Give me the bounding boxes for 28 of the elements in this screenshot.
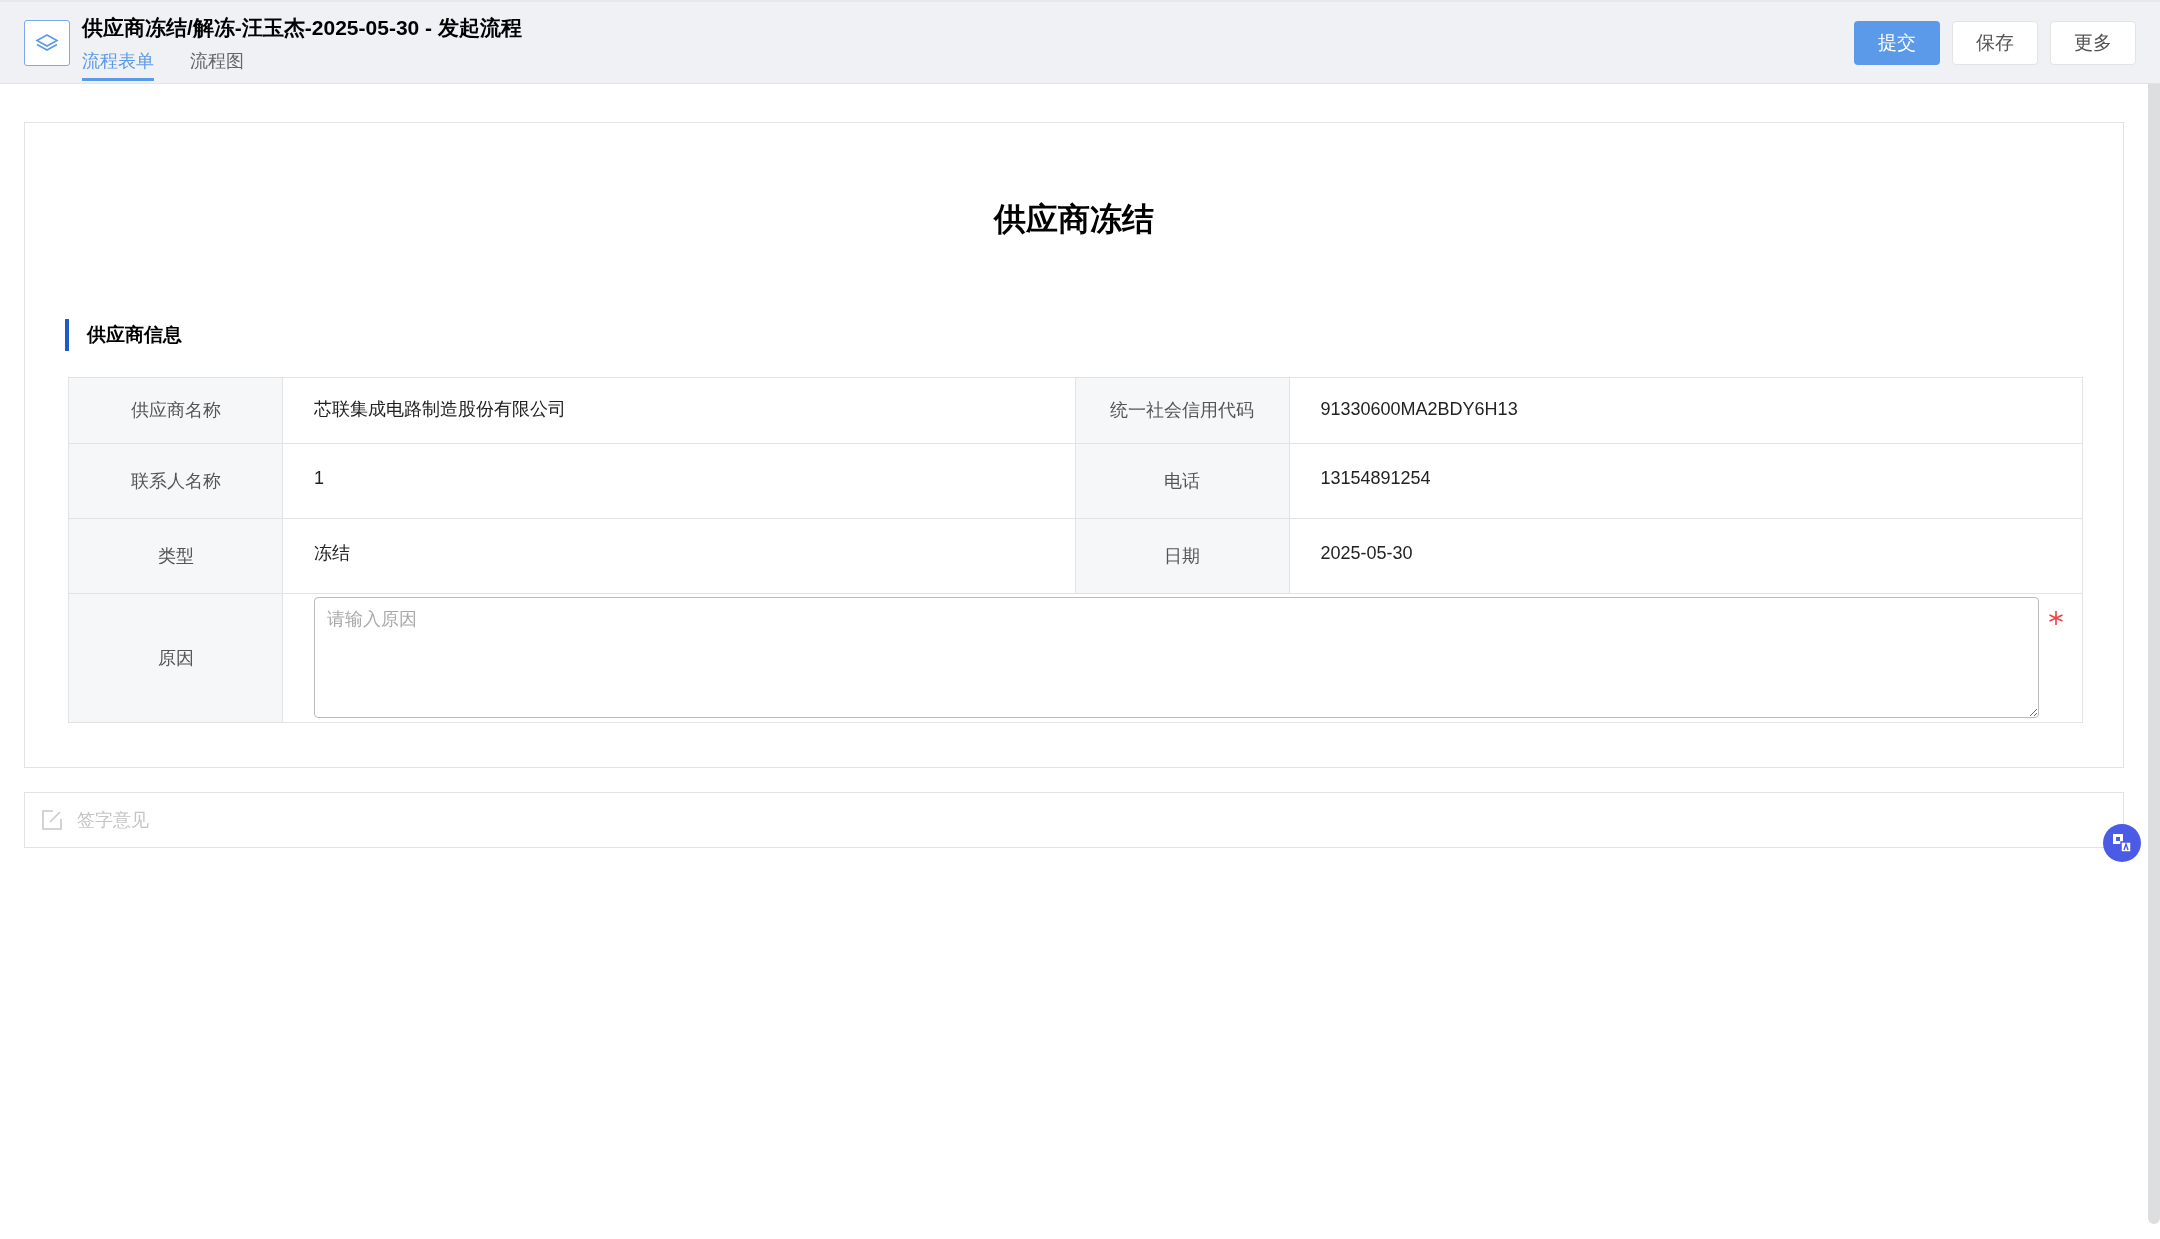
section-title: 供应商信息 <box>87 322 182 347</box>
tab[interactable]: 流程图 <box>190 48 244 81</box>
action-button[interactable]: 更多 <box>2050 21 2136 65</box>
field-label: 供应商名称 <box>69 378 283 444</box>
tab[interactable]: 流程表单 <box>82 48 154 81</box>
field-label: 统一社会信用代码 <box>1075 378 1290 444</box>
form-title: 供应商冻结 <box>992 200 1155 239</box>
signature-input[interactable]: 签字意见 <box>77 806 2107 834</box>
field-value: 2025-05-30 <box>1289 519 2082 594</box>
field-value: 芯联集成电路制造股份有限公司 <box>283 378 1076 444</box>
edit-icon <box>41 809 63 831</box>
field-label: 原因 <box>69 594 283 722</box>
submit-button[interactable]: 提交 <box>1854 21 1940 65</box>
reason-field[interactable]: 请输入原因 <box>314 597 2039 718</box>
signature-field[interactable]: 签字意见 <box>24 792 2124 848</box>
field-label: 日期 <box>1075 519 1290 594</box>
field-value: 91330600MA2BDY6H13 <box>1289 378 2082 444</box>
field-label: 联系人名称 <box>69 444 283 519</box>
field-value: 冻结 <box>283 519 1076 594</box>
field-value: 13154891254 <box>1289 444 2082 519</box>
section-marker <box>65 319 69 351</box>
layers-icon <box>24 20 70 66</box>
page-title: 供应商冻结/解冻-汪玉杰-2025-05-30 - 发起流程 <box>82 15 522 41</box>
field-label: 类型 <box>69 519 283 594</box>
field-label: 电话 <box>1075 444 1290 519</box>
translate-icon[interactable] <box>2103 824 2141 862</box>
action-button[interactable]: 保存 <box>1952 21 2038 65</box>
field-value: 1 <box>283 444 1076 519</box>
